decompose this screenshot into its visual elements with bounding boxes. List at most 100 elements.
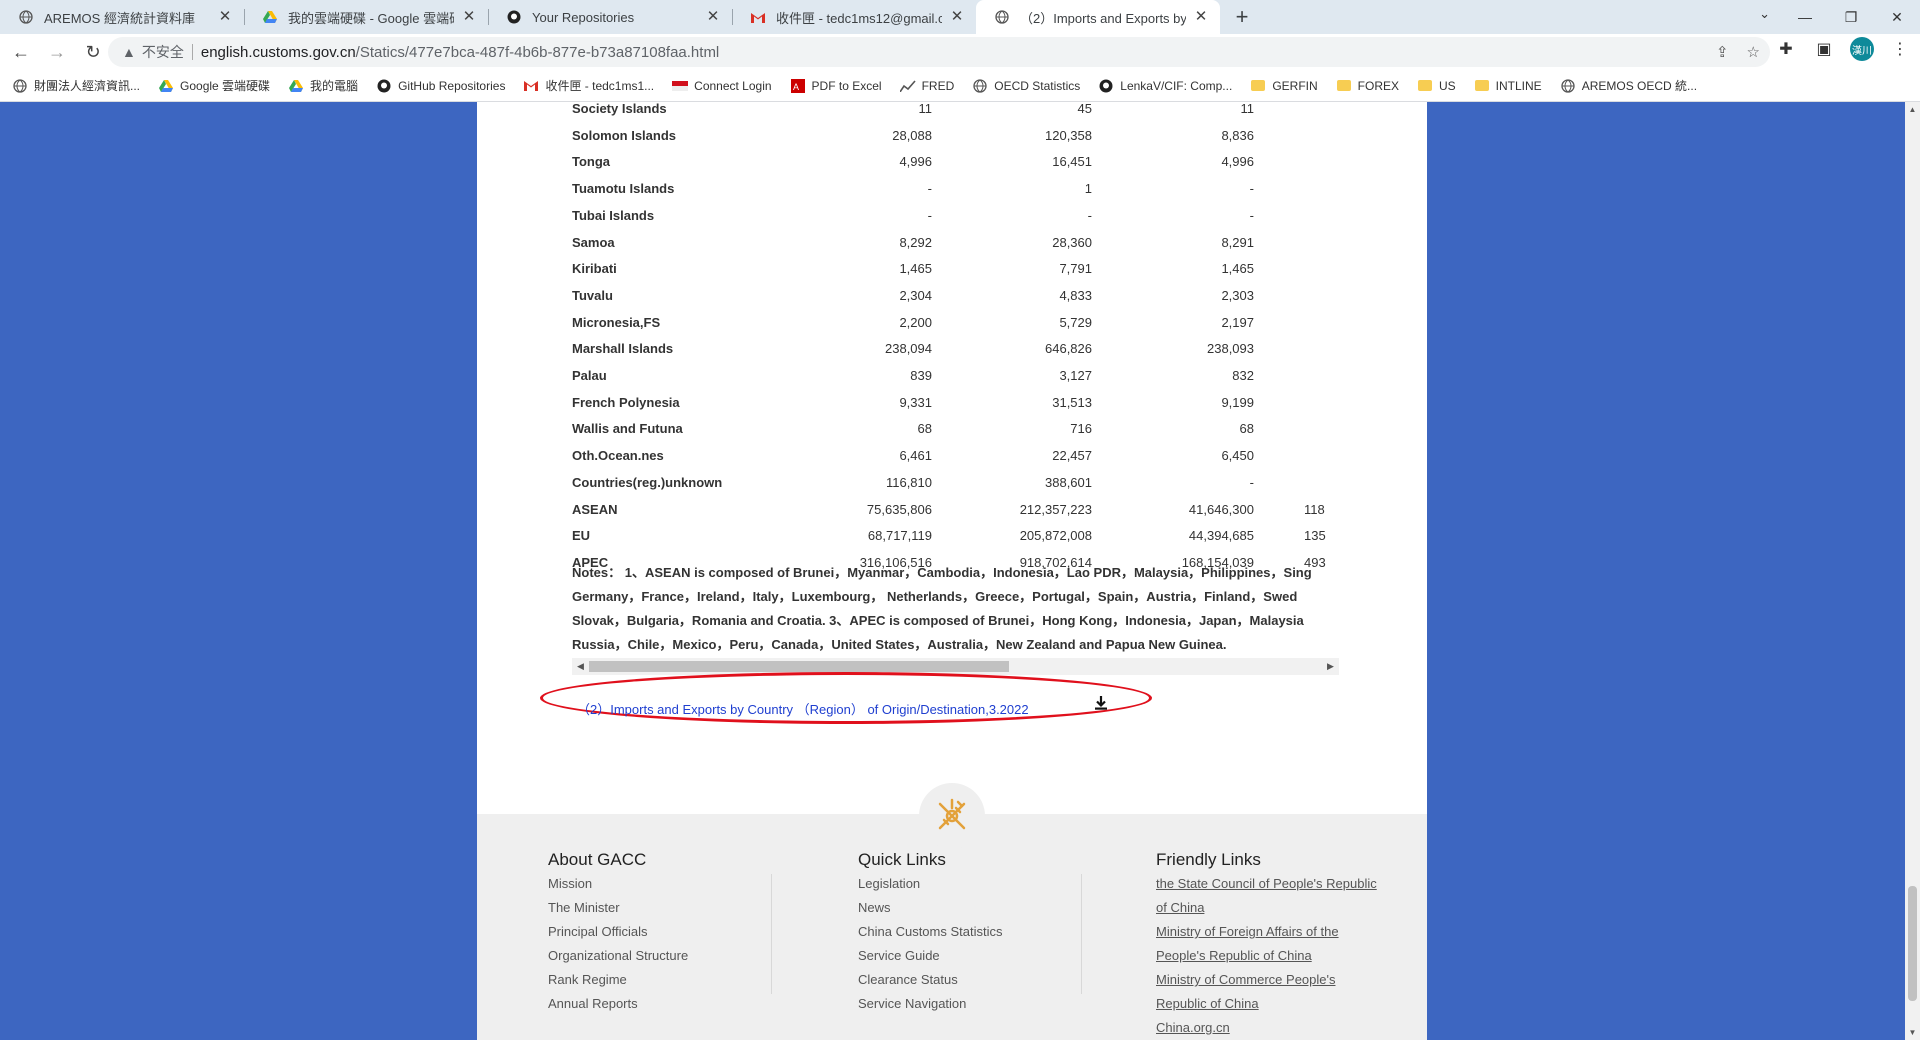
bookmark-item[interactable]: GERFIN [1250,78,1318,94]
footer-link[interactable]: Rank Regime [548,968,688,992]
back-icon[interactable]: ← [6,37,36,67]
footer-link[interactable]: Mission [548,872,688,896]
bookmark-item[interactable]: INTLINE [1474,78,1542,94]
browser-tab[interactable]: 收件匣 - tedc1ms12@gmail.com ✕ [732,0,976,34]
footer-link[interactable]: China.org.cn [1156,1016,1377,1040]
share-icon[interactable]: ⇪ [1716,43,1729,61]
footer-link[interactable]: Ministry of Commerce People's [1156,968,1377,992]
table-cell: 8,292 [899,234,932,250]
extensions-icon[interactable]: ✚ [1774,37,1798,61]
table-cell: 31,513 [1052,394,1092,410]
bookmark-item[interactable]: LenkaV/CIF: Comp... [1098,78,1232,94]
close-tab-icon[interactable]: ✕ [1192,8,1210,26]
table-cell: 1,465 [899,261,932,277]
footer-friendly-list: the State Council of People's Republic of… [1156,872,1377,1040]
bookmark-item[interactable]: 我的電腦 [288,77,358,94]
restore-icon[interactable]: ❐ [1828,9,1874,26]
address-bar[interactable]: ▲ 不安全 english.customs.gov.cn /Statics/47… [108,37,1770,67]
reload-icon[interactable]: ↻ [78,37,108,67]
tab-title: AREMOS 經濟統計資料庫 [44,10,195,26]
menu-icon[interactable]: ⋮ [1888,37,1912,61]
footer-quick-links: Quick Links Legislation News China Customs… [858,850,1003,1016]
bookmark-item[interactable]: FOREX [1336,78,1399,94]
table-cell: 3,127 [1059,368,1092,383]
footer-link[interactable]: News [858,896,1003,920]
table-cell: 1 [1084,181,1092,197]
table-cell: 7,791 [1059,261,1092,277]
scroll-down-icon[interactable]: ▼ [1905,1025,1920,1040]
download-icon[interactable] [1092,694,1110,712]
table-cell: 28,360 [1052,234,1092,250]
row-label: French Polynesia [572,394,680,410]
table-cell: 118 [1304,501,1325,517]
bookmark-item[interactable]: AREMOS OECD 統... [1560,77,1697,94]
insecure-label[interactable]: 不安全 [142,42,184,62]
browser-toolbar: ← → ↻ ▲ 不安全 english.customs.gov.cn /Stat… [0,34,1920,70]
footer-link[interactable]: Service Guide [858,944,1003,968]
avatar[interactable]: 漢川 [1850,37,1874,61]
footer-link[interactable]: Republic of China [1156,992,1377,1016]
close-tab-icon[interactable]: ✕ [460,8,478,26]
scroll-up-icon[interactable]: ▲ [1905,102,1920,117]
download-link[interactable]: （2）Imports and Exports by Country （Regio… [577,699,1029,718]
footer-link[interactable]: People's Republic of China [1156,944,1377,968]
browser-tab[interactable]: 我的雲端硬碟 - Google 雲端硬碟 ✕ [244,0,488,34]
scroll-left-icon[interactable]: ◀ [572,658,589,675]
table-cell: 9,331 [899,394,932,410]
page-content: Society Islands 11 45 11 Solomon Islands 28,0… [477,102,1427,1040]
bookmark-item[interactable]: 財團法人經濟資訊... [12,77,140,94]
table-cell: 68 [1239,421,1254,437]
table-row: Wallis and Futuna 68 716 68 [572,416,1339,442]
table-cell: - [1249,474,1254,490]
scrollbar-thumb[interactable] [589,661,1009,672]
footer-link[interactable]: Service Navigation [858,992,1003,1016]
footer-link[interactable]: The Minister [548,896,688,920]
footer-link[interactable]: Legislation [858,872,1003,896]
table-horizontal-scrollbar[interactable]: ◀ ▶ [572,658,1339,675]
bookmark-item[interactable]: Google 雲端硬碟 [158,77,270,94]
warning-icon[interactable]: ▲ [122,44,136,60]
vertical-scrollbar-thumb[interactable] [1908,886,1917,1001]
footer-link[interactable]: China Customs Statistics [858,920,1003,944]
footer-link[interactable]: the State Council of People's Republic [1156,872,1377,896]
side-panel-icon[interactable]: ▣ [1812,37,1836,61]
bookmark-item[interactable]: FRED [899,78,954,94]
bookmark-item[interactable]: GitHub Repositories [376,78,505,94]
bookmark-item[interactable]: Connect Login [672,78,772,94]
table-cell: 388,601 [1045,474,1092,490]
bookmark-label: Google 雲端硬碟 [180,79,271,93]
footer-link[interactable]: Principal Officials [548,920,688,944]
row-label: Micronesia,FS [572,314,661,330]
browser-tab[interactable]: （2）Imports and Exports by C ✕ [976,0,1220,34]
new-tab-button[interactable]: + [1226,0,1258,34]
note-line: Slovak，Bulgaria，Romania and Croatia. 3、A… [572,613,1304,628]
bookmark-item[interactable]: US [1417,78,1456,94]
footer-link[interactable]: Clearance Status [858,968,1003,992]
browser-tab[interactable]: AREMOS 經濟統計資料庫 ✕ [0,0,244,34]
browser-tab[interactable]: Your Repositories ✕ [488,0,732,34]
bookmark-label: 我的電腦 [310,79,359,93]
bookmark-star-icon[interactable]: ☆ [1747,43,1760,61]
github-icon [376,78,392,94]
footer-link[interactable]: Ministry of Foreign Affairs of the [1156,920,1377,944]
table-cell: 8,291 [1221,234,1254,250]
footer-link[interactable]: of China [1156,896,1377,920]
page-vertical-scrollbar[interactable]: ▲ ▼ [1905,102,1920,1040]
close-window-icon[interactable]: ✕ [1874,9,1920,26]
bookmark-item[interactable]: OECD Statistics [972,78,1080,94]
minimize-icon[interactable]: — [1782,9,1828,25]
forward-icon[interactable]: → [42,37,72,67]
github-icon [506,9,522,25]
bookmark-label: 財團法人經濟資訊... [34,79,141,93]
close-tab-icon[interactable]: ✕ [948,8,966,26]
footer-link[interactable]: Organizational Structure [548,944,688,968]
tab-title: （2）Imports and Exports by C [1020,10,1186,26]
bookmark-item[interactable]: A PDF to Excel [790,78,882,94]
scroll-right-icon[interactable]: ▶ [1322,658,1339,675]
close-tab-icon[interactable]: ✕ [704,8,722,26]
bookmark-item[interactable]: 收件匣 - tedc1ms1... [523,77,654,94]
chart-icon [899,78,916,94]
footer-link[interactable]: Annual Reports [548,992,688,1016]
tab-search-icon[interactable]: ⌄ [1759,6,1770,22]
close-tab-icon[interactable]: ✕ [216,8,234,26]
